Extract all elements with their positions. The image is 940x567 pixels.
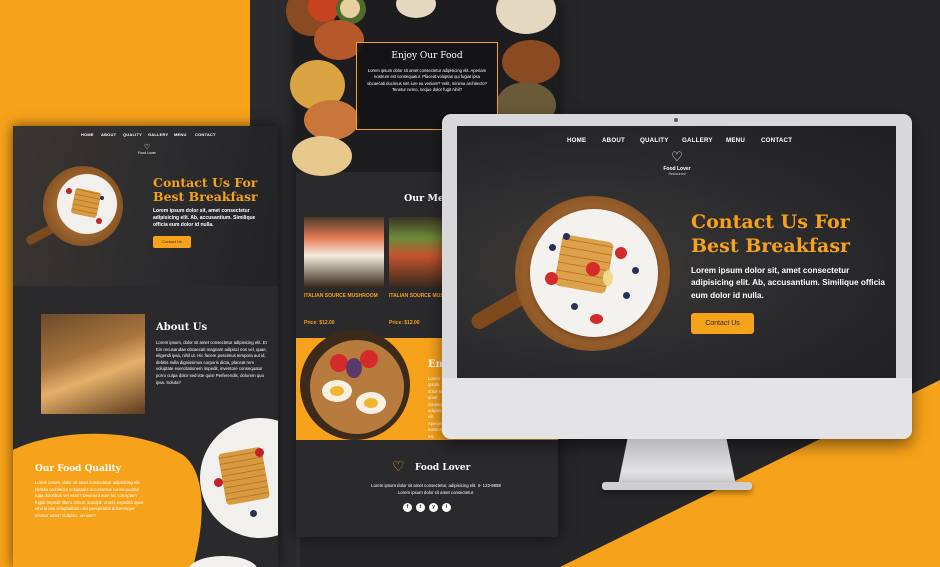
hero-title: Contact Us For Best Breakfasr	[691, 210, 891, 258]
facebook-icon[interactable]: f	[403, 503, 412, 512]
footer-brand-name: Food Lover	[415, 463, 471, 473]
footer-text: Lorem ipsum dolor sit amet consectetur, …	[371, 483, 501, 488]
youtube-icon[interactable]: y	[429, 503, 438, 512]
menu-item-name: ITALIAN SOURCE MUSHROOM	[304, 293, 378, 299]
egg-wooden-board	[310, 340, 404, 434]
menu-item-price: Price: $12.00	[389, 320, 420, 326]
blueberry	[549, 244, 556, 251]
left-waffle	[70, 187, 102, 219]
nav-quality[interactable]: QUALITY	[640, 137, 669, 144]
left-hero-text: Lorem ipsum dolor sit, amet consectetur …	[153, 208, 256, 228]
left-logo-name: Food Lover	[138, 151, 156, 155]
left-waffle-plate-crop	[200, 418, 278, 548]
menu-item-image[interactable]	[304, 217, 384, 287]
left-nav-menu[interactable]: MENU	[174, 132, 187, 137]
footer-heart-logo-icon: ♡	[392, 458, 405, 474]
left-nav-quality[interactable]: QUALITY	[123, 132, 142, 137]
enjoy-food-text: Lorem ipsum dolor sit amet consectetur a…	[367, 68, 487, 93]
left-nav-gallery[interactable]: GALLERY	[148, 132, 168, 137]
heart-logo-icon[interactable]: ♡	[670, 150, 684, 164]
hero-title-line: Best Breakfasr	[691, 235, 851, 257]
left-quality-text: Lorem ipsum, dolor sit amet consectetur …	[35, 480, 144, 518]
monitor-base	[602, 482, 752, 490]
nav-gallery[interactable]: GALLERY	[682, 137, 713, 144]
strawberry	[545, 272, 558, 285]
logo-subtitle: Restaurant	[668, 172, 686, 176]
left-about-title: About Us	[156, 322, 208, 333]
monitor-stand	[618, 439, 736, 485]
hero-text: Lorem ipsum dolor sit, amet consectetur …	[691, 266, 885, 300]
left-about-image	[41, 314, 145, 414]
nav-home[interactable]: HOME	[567, 137, 586, 144]
nav-about[interactable]: ABOUT	[602, 137, 625, 144]
blueberry	[563, 233, 570, 240]
monitor-camera-icon	[674, 118, 678, 122]
hero-title-line: Contact Us For	[691, 211, 850, 233]
left-nav-home[interactable]: HOME	[81, 132, 94, 137]
strawberry	[615, 247, 627, 259]
footer-text: Lorem ipsum dolor sit amet consectetur.	[397, 490, 475, 495]
left-blueberry	[100, 196, 104, 200]
nav-contact[interactable]: CONTACT	[761, 137, 792, 144]
strawberry	[586, 262, 600, 276]
blueberry	[571, 303, 578, 310]
left-contact-button[interactable]: Contact Us	[153, 236, 191, 248]
left-hero-title: Contact Us For Best Breakfasr	[153, 175, 258, 204]
nav-menu[interactable]: MENU	[726, 137, 745, 144]
contact-us-button[interactable]: Contact Us	[691, 313, 754, 334]
left-about-text: Lorem ipsum, dolor sit amet consectetur …	[156, 340, 267, 385]
banana-slice	[603, 270, 613, 286]
blueberry	[632, 267, 639, 274]
left-strawberry	[96, 218, 102, 224]
left-nav-about[interactable]: ABOUT	[101, 132, 116, 137]
menu-item-price: Price: $12.00	[304, 320, 335, 326]
instagram-icon[interactable]: i	[442, 503, 451, 512]
strawberry	[590, 314, 603, 324]
left-strawberry	[66, 188, 72, 194]
left-heart-logo-icon: ♡	[143, 144, 151, 151]
enjoy-food-title: Enjoy Our Food	[391, 51, 463, 61]
monitor-chin	[442, 378, 912, 439]
left-quality-title: Our Food Quality	[35, 464, 122, 474]
twitter-icon[interactable]: t	[416, 503, 425, 512]
left-nav-contact[interactable]: CONTACT	[195, 132, 216, 137]
blueberry	[623, 292, 630, 299]
